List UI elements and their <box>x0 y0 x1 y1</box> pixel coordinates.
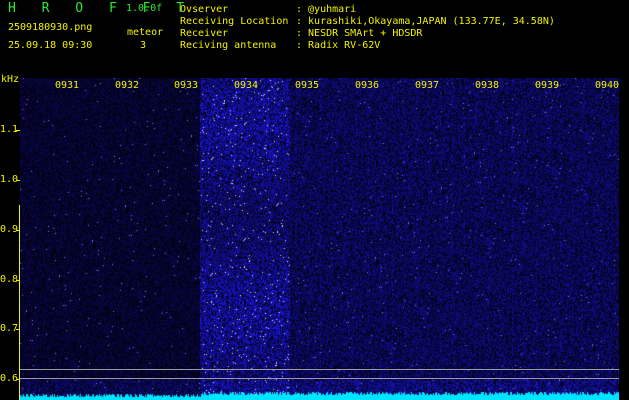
time-tick-0937: 0937 <box>415 80 440 91</box>
info-value-receiver: : NESDR SMArt + HDSDR <box>296 28 423 39</box>
freq-mark <box>16 180 20 181</box>
info-key-antenna: Reciving antenna <box>180 40 277 51</box>
freq-mark <box>16 280 20 281</box>
app-version: 1.0.0f <box>126 3 163 14</box>
time-tick-0934: 0934 <box>234 80 259 91</box>
freq-mark <box>16 130 20 131</box>
reference-line-lower <box>20 378 619 379</box>
freq-mark <box>16 230 20 231</box>
meteor-label: meteor <box>127 27 164 38</box>
spectrogram-canvas <box>20 78 619 400</box>
file-name: 2509180930.png <box>8 22 93 33</box>
time-tick-0935: 0935 <box>295 80 320 91</box>
time-tick-0938: 0938 <box>475 80 500 91</box>
reference-line-upper <box>20 369 619 370</box>
time-tick-0940: 0940 <box>595 80 620 91</box>
header-panel: H R O F F T 1.0.0f 2509180930.png meteor… <box>0 0 629 78</box>
time-tick-0939: 0939 <box>535 80 560 91</box>
date-time: 25.09.18 09:30 <box>8 40 93 51</box>
frequency-unit-label: kHz <box>1 74 20 85</box>
app-title: H R O F F T <box>8 1 194 16</box>
time-tick-0936: 0936 <box>355 80 380 91</box>
time-tick-0932: 0932 <box>115 80 140 91</box>
info-value-antenna: : Radix RV-62V <box>296 40 381 51</box>
freq-mark <box>16 379 20 380</box>
info-value-observer: : @yuhmari <box>296 4 357 15</box>
info-key-observer: Ovserver <box>180 4 229 15</box>
info-key-receiver: Receiver <box>180 28 229 39</box>
meteor-count: 3 <box>140 40 147 51</box>
info-value-location: : kurashiki,Okayama,JAPAN (133.77E, 34.5… <box>296 16 555 27</box>
left-axis-line <box>19 205 20 400</box>
time-tick-0931: 0931 <box>55 80 80 91</box>
freq-mark <box>16 329 20 330</box>
time-tick-0933: 0933 <box>174 80 199 91</box>
info-key-location: Receiving Location <box>180 16 289 27</box>
spectrogram-plot <box>20 78 619 400</box>
